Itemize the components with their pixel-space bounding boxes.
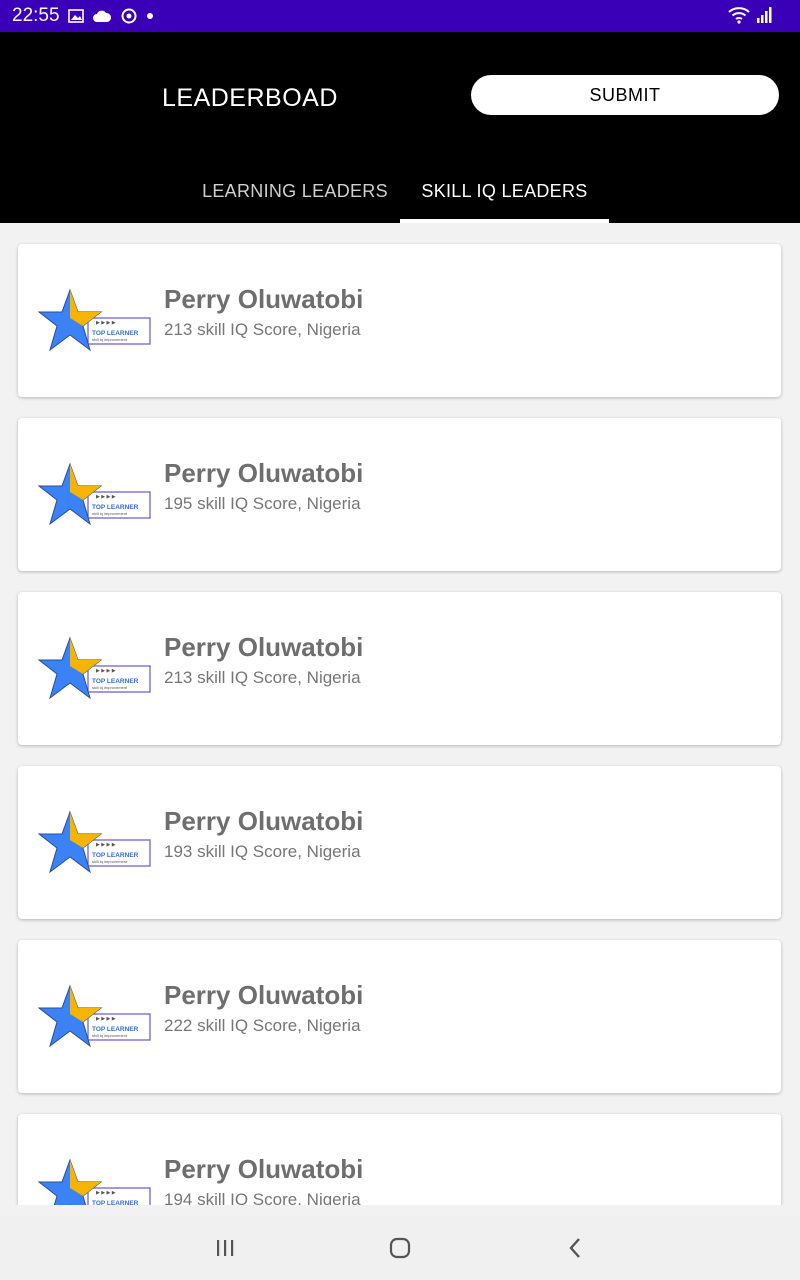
app-bar: LEADERBOAD SUBMIT LEARNING LEADERS SKILL… [0,32,800,223]
signal-icon [757,7,772,23]
back-button[interactable] [560,1236,590,1260]
system-nav-bar [0,1216,800,1280]
badge-label: TOP LEARNER [92,1200,139,1205]
top-learner-badge-icon: ▶ ▶ ▶ ▶ TOP LEARNER skill iq improvement [37,288,152,354]
tab-learning-leaders[interactable]: LEARNING LEADERS [190,162,400,222]
svg-text:▶ ▶ ▶ ▶: ▶ ▶ ▶ ▶ [96,1190,116,1196]
sync-icon [121,8,137,24]
svg-text:▶ ▶ ▶ ▶: ▶ ▶ ▶ ▶ [96,668,116,674]
svg-text:▶ ▶ ▶ ▶: ▶ ▶ ▶ ▶ [96,494,116,500]
leader-detail: 195 skill IQ Score, Nigeria [164,494,361,513]
badge-label: TOP LEARNER [92,504,139,511]
top-learner-badge-icon: ▶ ▶ ▶ ▶ TOP LEARNER skill iq improvement [37,1158,152,1205]
top-learner-badge-icon: ▶ ▶ ▶ ▶ TOP LEARNER skill iq improvement [37,636,152,702]
leader-card[interactable]: ▶ ▶ ▶ ▶ TOP LEARNER skill iq improvement… [18,592,781,745]
leader-detail: 194 skill IQ Score, Nigeria [164,1190,361,1205]
tab-label: SKILL IQ LEADERS [421,181,588,201]
top-learner-badge-icon: ▶ ▶ ▶ ▶ TOP LEARNER skill iq improvement [37,462,152,528]
leader-name: Perry Oluwatobi [164,458,364,488]
svg-text:▶ ▶ ▶ ▶: ▶ ▶ ▶ ▶ [96,842,116,848]
leader-card[interactable]: ▶ ▶ ▶ ▶ TOP LEARNER skill iq improvement… [18,1114,781,1205]
svg-text:skill iq improvement: skill iq improvement [92,859,128,864]
leader-detail: 213 skill IQ Score, Nigeria [164,668,361,687]
leader-name: Perry Oluwatobi [164,632,364,662]
status-time: 22:55 [12,5,60,26]
home-button[interactable] [385,1236,415,1260]
leaders-list[interactable]: ▶ ▶ ▶ ▶ TOP LEARNER skill iq improvement… [0,223,800,1205]
leader-detail: 213 skill IQ Score, Nigeria [164,320,361,339]
recent-apps-icon [217,1240,234,1256]
page-title: LEADERBOAD [162,84,338,112]
badge-label: TOP LEARNER [92,1026,139,1033]
leader-name: Perry Oluwatobi [164,980,364,1010]
leader-detail: 222 skill IQ Score, Nigeria [164,1016,361,1035]
status-bar: 22:55 [0,0,800,32]
submit-button[interactable]: SUBMIT [471,75,779,115]
tab-skill-iq-leaders[interactable]: SKILL IQ LEADERS [400,162,609,222]
svg-text:▶ ▶ ▶ ▶: ▶ ▶ ▶ ▶ [96,1016,116,1022]
badge-label: TOP LEARNER [92,852,139,859]
back-icon [569,1238,580,1258]
tab-label: LEARNING LEADERS [202,181,388,201]
leader-name: Perry Oluwatobi [164,284,364,314]
dot-icon [147,13,153,19]
recent-apps-button[interactable] [210,1236,240,1260]
badge-label: TOP LEARNER [92,330,139,337]
cloud-icon [93,10,112,22]
svg-text:skill iq improvement: skill iq improvement [92,511,128,516]
svg-text:skill iq improvement: skill iq improvement [92,685,128,690]
leader-card[interactable]: ▶ ▶ ▶ ▶ TOP LEARNER skill iq improvement… [18,940,781,1093]
home-icon [389,1237,411,1259]
image-icon [68,9,84,23]
leader-card[interactable]: ▶ ▶ ▶ ▶ TOP LEARNER skill iq improvement… [18,418,781,571]
svg-text:skill iq improvement: skill iq improvement [92,1033,128,1038]
leader-detail: 193 skill IQ Score, Nigeria [164,842,361,861]
svg-text:skill iq improvement: skill iq improvement [92,337,128,342]
leader-card[interactable]: ▶ ▶ ▶ ▶ TOP LEARNER skill iq improvement… [18,766,781,919]
top-learner-badge-icon: ▶ ▶ ▶ ▶ TOP LEARNER skill iq improvement [37,810,152,876]
leader-card[interactable]: ▶ ▶ ▶ ▶ TOP LEARNER skill iq improvement… [18,244,781,397]
svg-text:▶ ▶ ▶ ▶: ▶ ▶ ▶ ▶ [96,320,116,326]
leader-name: Perry Oluwatobi [164,1154,364,1184]
leader-name: Perry Oluwatobi [164,806,364,836]
top-learner-badge-icon: ▶ ▶ ▶ ▶ TOP LEARNER skill iq improvement [37,984,152,1050]
wifi-icon [728,7,750,24]
badge-label: TOP LEARNER [92,678,139,685]
